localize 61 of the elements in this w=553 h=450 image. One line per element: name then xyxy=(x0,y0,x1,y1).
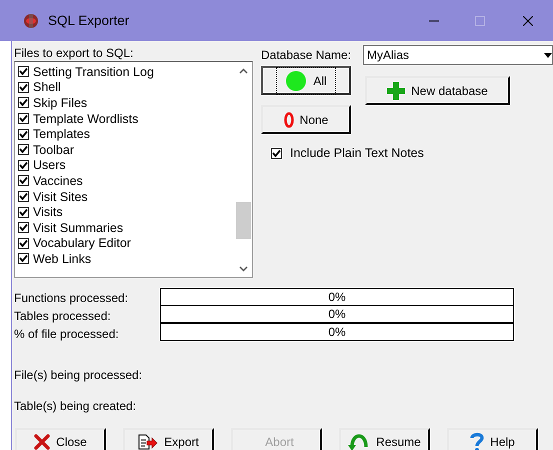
scroll-thumb[interactable] xyxy=(236,202,251,239)
list-item[interactable]: Toolbar xyxy=(18,142,235,158)
list-item[interactable]: Visit Sites xyxy=(18,188,235,204)
app-icon xyxy=(22,12,40,28)
progress-reading: 0% xyxy=(327,325,347,339)
scroll-down-icon[interactable] xyxy=(239,266,248,272)
status-label: Table(s) being created: xyxy=(14,399,138,414)
checkbox[interactable] xyxy=(18,175,29,186)
help-button[interactable]: Help xyxy=(447,428,538,450)
list-item[interactable]: Visit Summaries xyxy=(18,220,235,236)
scroll-up-icon[interactable] xyxy=(239,68,248,74)
progress-reading: 0% xyxy=(327,307,347,321)
close-icon xyxy=(523,16,533,26)
checkbox[interactable] xyxy=(18,238,29,249)
list-item[interactable]: Templates xyxy=(18,126,235,142)
list-item[interactable]: Vaccines xyxy=(18,173,235,189)
question-icon xyxy=(470,432,484,450)
select-none-button[interactable]: None xyxy=(261,105,351,134)
checkbox[interactable] xyxy=(18,82,29,93)
checkbox[interactable] xyxy=(18,144,29,156)
list-item[interactable]: Skip Files xyxy=(18,95,235,111)
close-button[interactable]: Close xyxy=(15,428,106,450)
list-item[interactable]: Visits xyxy=(18,204,235,220)
status-label: File(s) being processed: xyxy=(14,368,144,383)
export-icon xyxy=(138,434,158,450)
checkbox[interactable] xyxy=(18,97,29,108)
checkbox[interactable] xyxy=(18,128,29,140)
progress-reading: 0% xyxy=(327,290,347,304)
resume-button[interactable]: Resume xyxy=(339,428,430,450)
files-label: Files to export to SQL: xyxy=(14,45,134,61)
list-item[interactable]: Setting Transition Log xyxy=(18,64,235,80)
progress-label: Functions processed: xyxy=(14,290,130,306)
list-item[interactable]: Users xyxy=(18,158,235,174)
list-item[interactable]: Shell xyxy=(18,80,235,96)
new-database-button[interactable]: New database xyxy=(365,76,510,105)
checkbox[interactable] xyxy=(18,206,29,218)
maximize-icon xyxy=(475,16,485,26)
x-icon xyxy=(34,434,50,450)
database-combo[interactable]: MyAlias xyxy=(363,45,553,65)
plus-icon xyxy=(387,82,406,100)
progress-label: % of file processed: xyxy=(14,326,120,342)
window-title: SQL Exporter xyxy=(48,13,130,28)
select-all-button[interactable]: All xyxy=(261,66,351,95)
list-item[interactable]: Template Wordlists xyxy=(18,110,235,126)
checkbox[interactable] xyxy=(18,66,29,78)
list-item[interactable]: Vocabulary Editor xyxy=(18,236,235,252)
curved-arrow-icon xyxy=(348,433,370,450)
list-item[interactable]: Web Links xyxy=(18,251,235,267)
checkbox[interactable] xyxy=(18,160,29,171)
export-button[interactable]: Export xyxy=(123,428,214,450)
checkbox[interactable] xyxy=(18,113,29,124)
database-label: Database Name: xyxy=(261,48,352,62)
checkbox[interactable] xyxy=(271,148,282,158)
checkbox[interactable] xyxy=(18,191,29,202)
checkbox[interactable] xyxy=(18,253,29,264)
checkbox-label: Include Plain Text Notes xyxy=(290,146,424,160)
dropdown-icon[interactable] xyxy=(544,52,552,58)
circle-icon xyxy=(285,70,308,92)
checkbox[interactable] xyxy=(18,222,29,234)
zero-icon xyxy=(284,112,294,128)
progress-label: Tables processed: xyxy=(14,308,112,324)
